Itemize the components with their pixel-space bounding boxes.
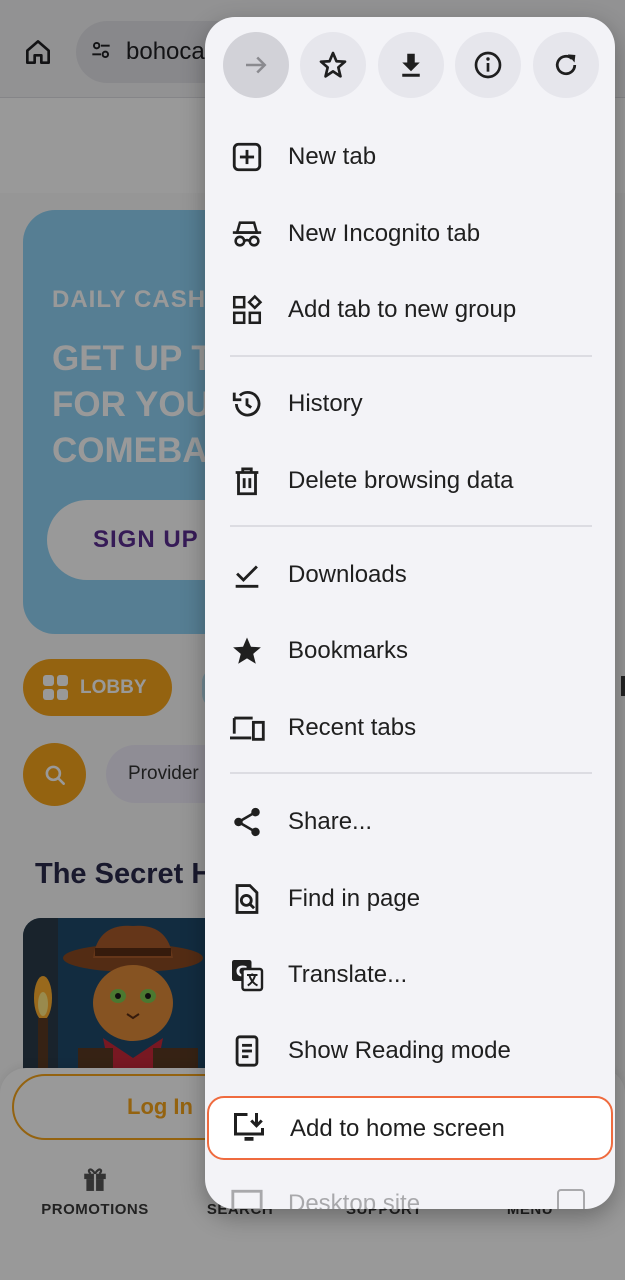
menu-item-recent-tabs[interactable]: Recent tabs: [205, 693, 615, 763]
scroll-indicator: [621, 676, 625, 696]
menu-item-find-in-page[interactable]: Find in page: [205, 864, 615, 934]
menu-item-bookmarks[interactable]: Bookmarks: [205, 616, 615, 686]
menu-item-label: Translate...: [288, 961, 408, 988]
menu-divider: [230, 525, 592, 527]
refresh-icon: [555, 54, 577, 76]
download-button[interactable]: [378, 32, 444, 98]
menu-item-new-tab[interactable]: New tab: [205, 122, 615, 192]
star-outline-icon: [319, 51, 347, 78]
menu-item-label: Recent tabs: [288, 714, 417, 741]
menu-item-label: Delete browsing data: [288, 467, 514, 494]
share-icon: [227, 804, 267, 840]
menu-divider: [230, 772, 592, 774]
desktop-icon: [227, 1186, 267, 1209]
menu-item-label: Add tab to new group: [288, 296, 517, 323]
forward-button[interactable]: [223, 32, 289, 98]
browser-overflow-menu: New tab New Incognito tab Add tab to new…: [205, 17, 615, 1209]
plus-square-icon: [227, 139, 267, 175]
menu-item-translate[interactable]: G Translate...: [205, 940, 615, 1010]
menu-item-label: Downloads: [288, 561, 407, 588]
arrow-forward-icon: [246, 56, 267, 74]
menu-item-label: Add to home screen: [290, 1115, 505, 1142]
menu-item-desktop-site[interactable]: Desktop site: [205, 1169, 615, 1209]
trash-icon: [227, 463, 267, 499]
reload-button[interactable]: [533, 32, 599, 98]
menu-item-label: Bookmarks: [288, 637, 409, 664]
menu-item-add-tab-group[interactable]: Add tab to new group: [205, 275, 615, 345]
menu-item-share[interactable]: Share...: [205, 787, 615, 857]
menu-item-label: Desktop site: [288, 1190, 421, 1209]
star-filled-icon: [227, 633, 267, 669]
download-check-icon: [227, 557, 267, 593]
menu-divider: [230, 355, 592, 357]
menu-item-label: Show Reading mode: [288, 1037, 511, 1064]
incognito-icon: [227, 216, 267, 252]
menu-item-label: Share...: [288, 808, 373, 835]
add-to-home-icon: [229, 1110, 269, 1146]
find-in-page-icon: [227, 881, 267, 917]
menu-item-new-incognito-tab[interactable]: New Incognito tab: [205, 199, 615, 269]
reading-mode-icon: [227, 1033, 267, 1069]
menu-item-label: New Incognito tab: [288, 220, 481, 247]
tab-group-icon: [227, 292, 267, 328]
menu-item-history[interactable]: History: [205, 369, 615, 439]
devices-icon: [227, 710, 267, 746]
menu-item-reading-mode[interactable]: Show Reading mode: [205, 1016, 615, 1086]
page-info-button[interactable]: [455, 32, 521, 98]
menu-item-delete-browsing-data[interactable]: Delete browsing data: [205, 446, 615, 516]
bookmark-button[interactable]: [300, 32, 366, 98]
translate-icon: G: [227, 957, 267, 993]
menu-item-label: New tab: [288, 143, 377, 170]
menu-item-add-to-home-screen[interactable]: Add to home screen: [207, 1096, 613, 1160]
menu-item-label: Find in page: [288, 885, 421, 912]
menu-action-row: [223, 32, 603, 102]
menu-item-downloads[interactable]: Downloads: [205, 540, 615, 610]
history-icon: [227, 386, 267, 422]
download-icon: [402, 53, 420, 77]
desktop-site-checkbox[interactable]: [557, 1189, 585, 1209]
info-icon: [474, 51, 502, 79]
menu-item-label: History: [288, 390, 363, 417]
